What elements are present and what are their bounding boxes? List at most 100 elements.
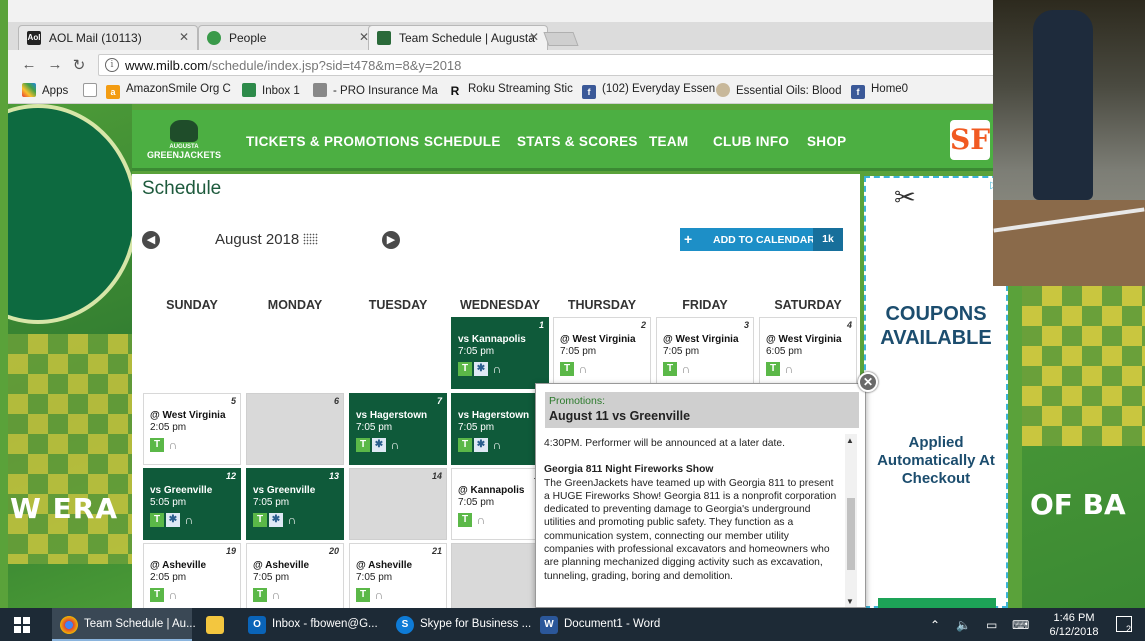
volume-icon[interactable]: 🔈 [956,618,971,632]
nav-shop[interactable]: SHOP [807,134,846,149]
game-opponent[interactable]: @ West Virginia [663,334,739,345]
taskbar-chrome[interactable]: Team Schedule | Au... [52,608,196,641]
calendar-day-cell[interactable]: 14 [349,468,447,540]
popup-scrollbar[interactable]: ▲ ▼ [845,434,857,607]
game-opponent[interactable]: vs Hagerstown [356,410,427,421]
back-arrow-icon[interactable]: ← [20,56,38,73]
calendar-day-cell[interactable]: 12 vs Greenville 5:05 pm T ✱ ∩ [143,468,241,540]
headphones-icon[interactable]: ∩ [372,588,386,602]
promotion-star-icon[interactable]: ✱ [269,513,283,527]
coupon-ad[interactable]: ✂ ▷ COUPONS AVAILABLE Applied Automatica… [864,176,1008,610]
close-icon[interactable]: ✕ [179,30,189,44]
bookmark-inbox[interactable]: Inbox 1 [242,83,300,97]
prev-month-icon[interactable]: ◀ [142,231,160,249]
nav-team[interactable]: TEAM [649,134,688,149]
game-opponent[interactable]: vs Greenville [150,485,212,496]
tab-people[interactable]: People ✕ [198,25,378,50]
taskbar-word[interactable]: W Document1 - Word [532,608,672,641]
game-opponent[interactable]: @ Asheville [253,560,309,571]
headphones-icon[interactable]: ∩ [782,362,796,376]
headphones-icon[interactable]: ∩ [182,513,196,527]
headphones-icon[interactable]: ∩ [388,438,402,452]
calendar-day-cell[interactable]: 21 @ Asheville 7:05 pm T ∩ [349,543,447,608]
calendar-day-cell[interactable]: 4 @ West Virginia 6:05 pm T ∩ [759,317,857,389]
tickets-icon[interactable]: T [253,513,267,527]
url-field[interactable]: i www.milb.com/schedule/index.jsp?sid=t4… [98,54,1145,76]
tickets-icon[interactable]: T [150,588,164,602]
calendar-day-cell[interactable]: 6 [246,393,344,465]
promotion-star-icon[interactable]: ✱ [166,513,180,527]
tickets-icon[interactable]: T [253,588,267,602]
reload-icon[interactable]: ↻ [70,56,88,74]
tickets-icon[interactable]: T [150,438,164,452]
game-opponent[interactable]: @ Asheville [150,560,206,571]
bookmark-roku[interactable]: R Roku Streaming Stic [448,83,573,98]
promotion-star-icon[interactable]: ✱ [474,438,488,452]
close-icon[interactable]: ✕ [858,372,878,392]
new-tab-button[interactable] [543,32,579,46]
close-icon[interactable]: ✕ [529,30,539,44]
windows-start-icon[interactable] [14,617,30,633]
game-opponent[interactable]: @ Kannapolis [458,485,524,496]
system-clock[interactable]: 1:46 PM 6/12/2018 [1040,611,1108,639]
bookmark-page[interactable] [83,83,103,97]
headphones-icon[interactable]: ∩ [166,588,180,602]
nav-club-info[interactable]: CLUB INFO [713,134,789,149]
calendar-day-cell[interactable]: 13 vs Greenville 7:05 pm T ✱ ∩ [246,468,344,540]
battery-icon[interactable]: ▭ [986,618,997,632]
headphones-icon[interactable]: ∩ [490,438,504,452]
tickets-icon[interactable]: T [356,438,370,452]
greenjackets-logo[interactable]: AUGUSTA GREENJACKETS [144,120,224,160]
game-opponent[interactable]: vs Hagerstown [458,410,529,421]
calendar-day-cell[interactable]: 19 @ Asheville 2:05 pm T ∩ [143,543,241,608]
notification-icon[interactable]: 2 [1116,616,1132,634]
bookmark-apps[interactable]: Apps [22,83,68,97]
bookmark-essential-oils[interactable]: Essential Oils: Blood [716,83,841,97]
promotion-star-icon[interactable]: ✱ [474,362,488,376]
sf-giants-logo[interactable]: SF [950,120,990,160]
scroll-thumb[interactable] [847,498,855,570]
taskbar-skype[interactable]: S Skype for Business ... [388,608,531,641]
taskbar-outlook[interactable]: O Inbox - fbowen@G... [240,608,380,641]
scroll-up-icon[interactable]: ▲ [846,436,854,445]
scroll-down-icon[interactable]: ▼ [846,597,854,606]
bookmark-pro-insurance[interactable]: - PRO Insurance Ma [313,83,438,97]
add-to-calendar-button[interactable]: + ADD TO CALENDAR 1k [680,228,843,251]
headphones-icon[interactable]: ∩ [269,588,283,602]
game-opponent[interactable]: @ West Virginia [150,410,226,421]
calendar-day-cell[interactable]: 20 @ Asheville 7:05 pm T ∩ [246,543,344,608]
next-month-icon[interactable]: ▶ [382,231,400,249]
tickets-icon[interactable]: T [458,362,472,376]
tickets-icon[interactable]: T [458,513,472,527]
nav-tickets-promotions[interactable]: TICKETS & PROMOTIONS [246,134,419,149]
tab-aol-mail[interactable]: Aol AOL Mail (10113) ✕ [18,25,198,50]
video-overlay[interactable] [993,0,1145,286]
nav-schedule[interactable]: SCHEDULE [424,134,501,149]
bookmark-everyday-essentials[interactable]: f (102) Everyday Essen [582,83,715,99]
tickets-icon[interactable]: T [766,362,780,376]
tickets-icon[interactable]: T [560,362,574,376]
tickets-icon[interactable]: T [150,513,164,527]
game-opponent[interactable]: @ West Virginia [766,334,842,345]
headphones-icon[interactable]: ∩ [285,513,299,527]
promotion-star-icon[interactable]: ✱ [372,438,386,452]
tickets-icon[interactable]: T [356,588,370,602]
headphones-icon[interactable]: ∩ [474,513,488,527]
bookmark-home0[interactable]: f Home0 [851,83,908,99]
month-picker[interactable]: August 2018 [215,231,319,248]
tickets-icon[interactable]: T [458,438,472,452]
calendar-day-cell[interactable]: 3 @ West Virginia 7:05 pm T ∩ [656,317,754,389]
game-opponent[interactable]: vs Kannapolis [458,334,526,345]
headphones-icon[interactable]: ∩ [490,362,504,376]
tickets-icon[interactable]: T [663,362,677,376]
info-icon[interactable]: i [105,58,119,72]
game-opponent[interactable]: @ West Virginia [560,334,636,345]
calendar-day-cell[interactable]: 1 vs Kannapolis 7:05 pm T ✱ ∩ [451,317,549,389]
headphones-icon[interactable]: ∩ [679,362,693,376]
game-opponent[interactable]: @ Asheville [356,560,412,571]
calendar-day-cell[interactable]: 7 vs Hagerstown 7:05 pm T ✱ ∩ [349,393,447,465]
tab-team-schedule[interactable]: Team Schedule | Augusta ✕ [368,25,548,50]
chevron-up-icon[interactable]: ⌃ [930,618,940,632]
headphones-icon[interactable]: ∩ [166,438,180,452]
keyboard-icon[interactable]: ⌨ [1012,618,1029,632]
